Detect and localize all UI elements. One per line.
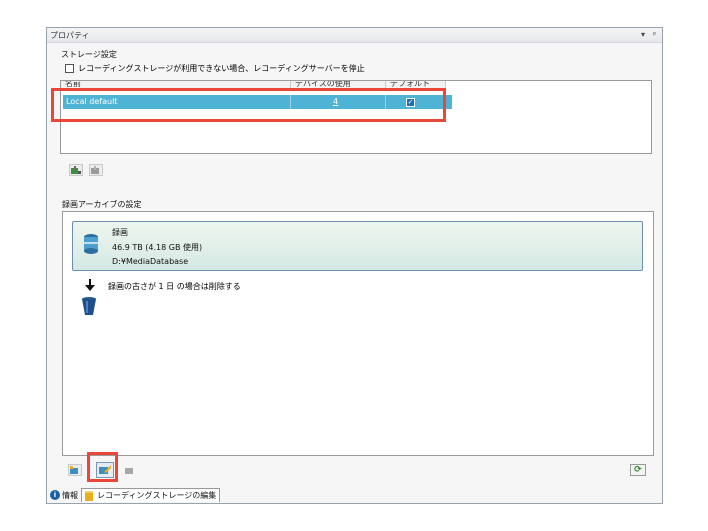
panel-title: プロパティ [50, 31, 90, 40]
add-storage-icon [71, 165, 81, 174]
tab-edit-storage-label: レコーディングストレージの編集 [97, 491, 217, 500]
database-icon [84, 234, 98, 254]
pin-icon[interactable]: ᵖ [653, 30, 656, 39]
stop-server-checkbox-row[interactable]: レコーディングストレージが利用できない場合、レコーディングサーバーを停止 [65, 63, 365, 74]
card-path: D:¥MediaDatabase [112, 257, 189, 266]
storage-tab-icon [85, 490, 93, 501]
remove-storage-icon [91, 165, 99, 174]
storage-section-label: ストレージ設定 [61, 50, 117, 59]
remove-storage-button[interactable] [89, 164, 103, 176]
trash-icon [82, 297, 96, 315]
refresh-button[interactable]: ⟳ [630, 464, 646, 476]
arrow-down-icon [85, 279, 95, 291]
card-size: 46.9 TB (4.18 GB 使用) [112, 243, 203, 252]
add-archive-button[interactable] [68, 464, 82, 476]
dropdown-icon[interactable]: ▾ [641, 30, 645, 39]
tab-info[interactable]: i 情報 [47, 488, 81, 502]
tab-info-label: 情報 [62, 490, 78, 500]
stop-server-checkbox[interactable] [65, 64, 74, 73]
refresh-icon: ⟳ [634, 465, 642, 475]
info-icon: i [50, 490, 60, 500]
panel-titlebar: プロパティ ▾ ᵖ [47, 28, 662, 43]
delete-rule-text[interactable]: 録画の古さが 1 日 の場合は削除する [108, 281, 241, 292]
card-title: 録画 [112, 228, 128, 237]
bottom-tabs: i 情報 レコーディングストレージの編集 [47, 487, 221, 503]
archive-section-label: 録画アーカイブの設定 [62, 200, 142, 209]
recording-database-card[interactable]: 録画 46.9 TB (4.18 GB 使用) D:¥MediaDatabase [72, 221, 643, 271]
archive-panel: 録画 46.9 TB (4.18 GB 使用) D:¥MediaDatabase… [62, 211, 654, 456]
remove-archive-icon [125, 467, 133, 474]
tab-edit-storage[interactable]: レコーディングストレージの編集 [81, 488, 221, 502]
add-storage-button[interactable] [69, 164, 83, 176]
highlight-box-storage-row [51, 88, 446, 122]
add-archive-icon [70, 465, 78, 474]
highlight-box-edit-button [87, 452, 118, 482]
remove-archive-button[interactable] [123, 464, 137, 476]
stop-server-checkbox-label: レコーディングストレージが利用できない場合、レコーディングサーバーを停止 [78, 64, 365, 73]
